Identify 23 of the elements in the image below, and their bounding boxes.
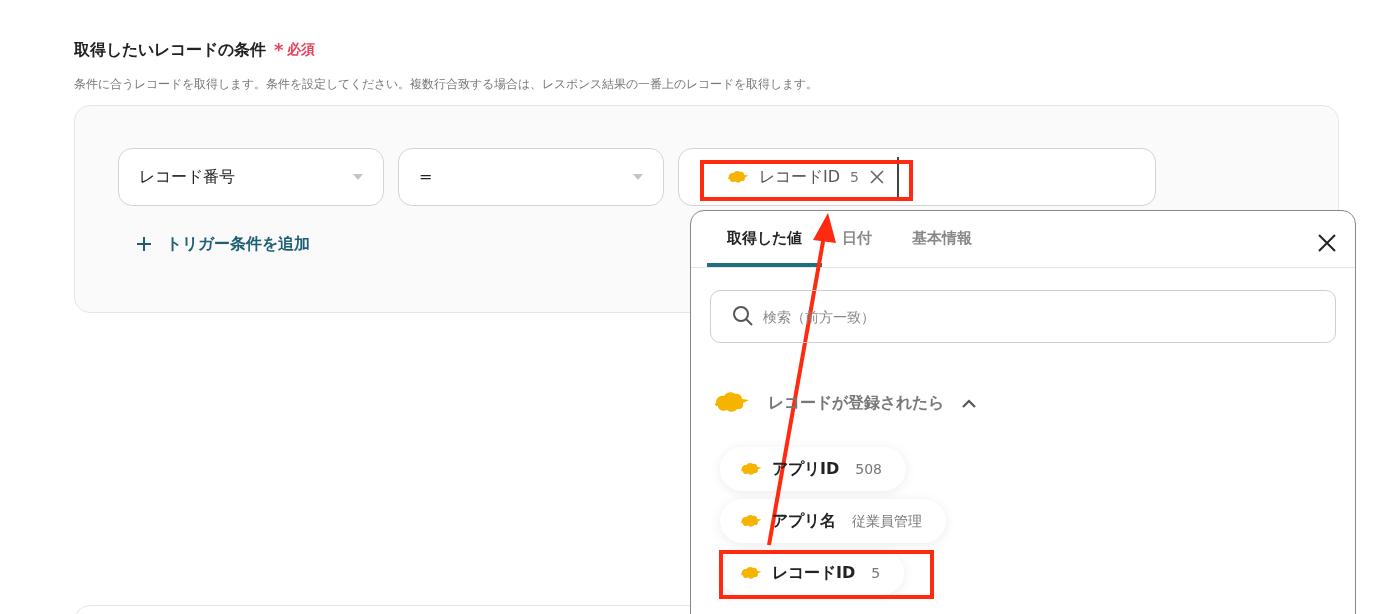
close-icon[interactable]	[1317, 233, 1337, 253]
picker-tab[interactable]: 基本情報	[892, 226, 992, 267]
picker-tab[interactable]: 日付	[822, 226, 892, 267]
add-condition-button[interactable]: トリガー条件を追加	[136, 232, 310, 256]
cloud-logo-icon	[725, 168, 749, 186]
field-description: 条件に合うレコードを取得します。条件を設定してください。複数行合致する場合は、レスポンス結果の一番上のレコードを取得します。	[74, 76, 819, 93]
cloud-logo-icon	[738, 460, 762, 478]
required-label: 必須	[287, 40, 316, 59]
text-cursor	[896, 157, 899, 197]
value-input-field[interactable]: レコードID 5	[678, 148, 1156, 206]
required-mark: *	[274, 38, 284, 62]
variable-chip-label: レコードID	[759, 166, 841, 188]
variable-chip-value: 5	[850, 167, 859, 187]
cloud-logo-icon	[738, 512, 762, 530]
operator-select[interactable]: =	[398, 148, 664, 206]
remove-icon[interactable]	[868, 169, 885, 185]
cloud-logo-icon	[738, 564, 762, 582]
search-icon	[732, 305, 754, 327]
caret-icon	[633, 174, 643, 180]
field-label: 取得したいレコードの条件	[74, 38, 266, 61]
field-select[interactable]: レコード番号	[118, 148, 384, 206]
plus-icon	[136, 236, 152, 252]
caret-icon	[353, 174, 363, 180]
